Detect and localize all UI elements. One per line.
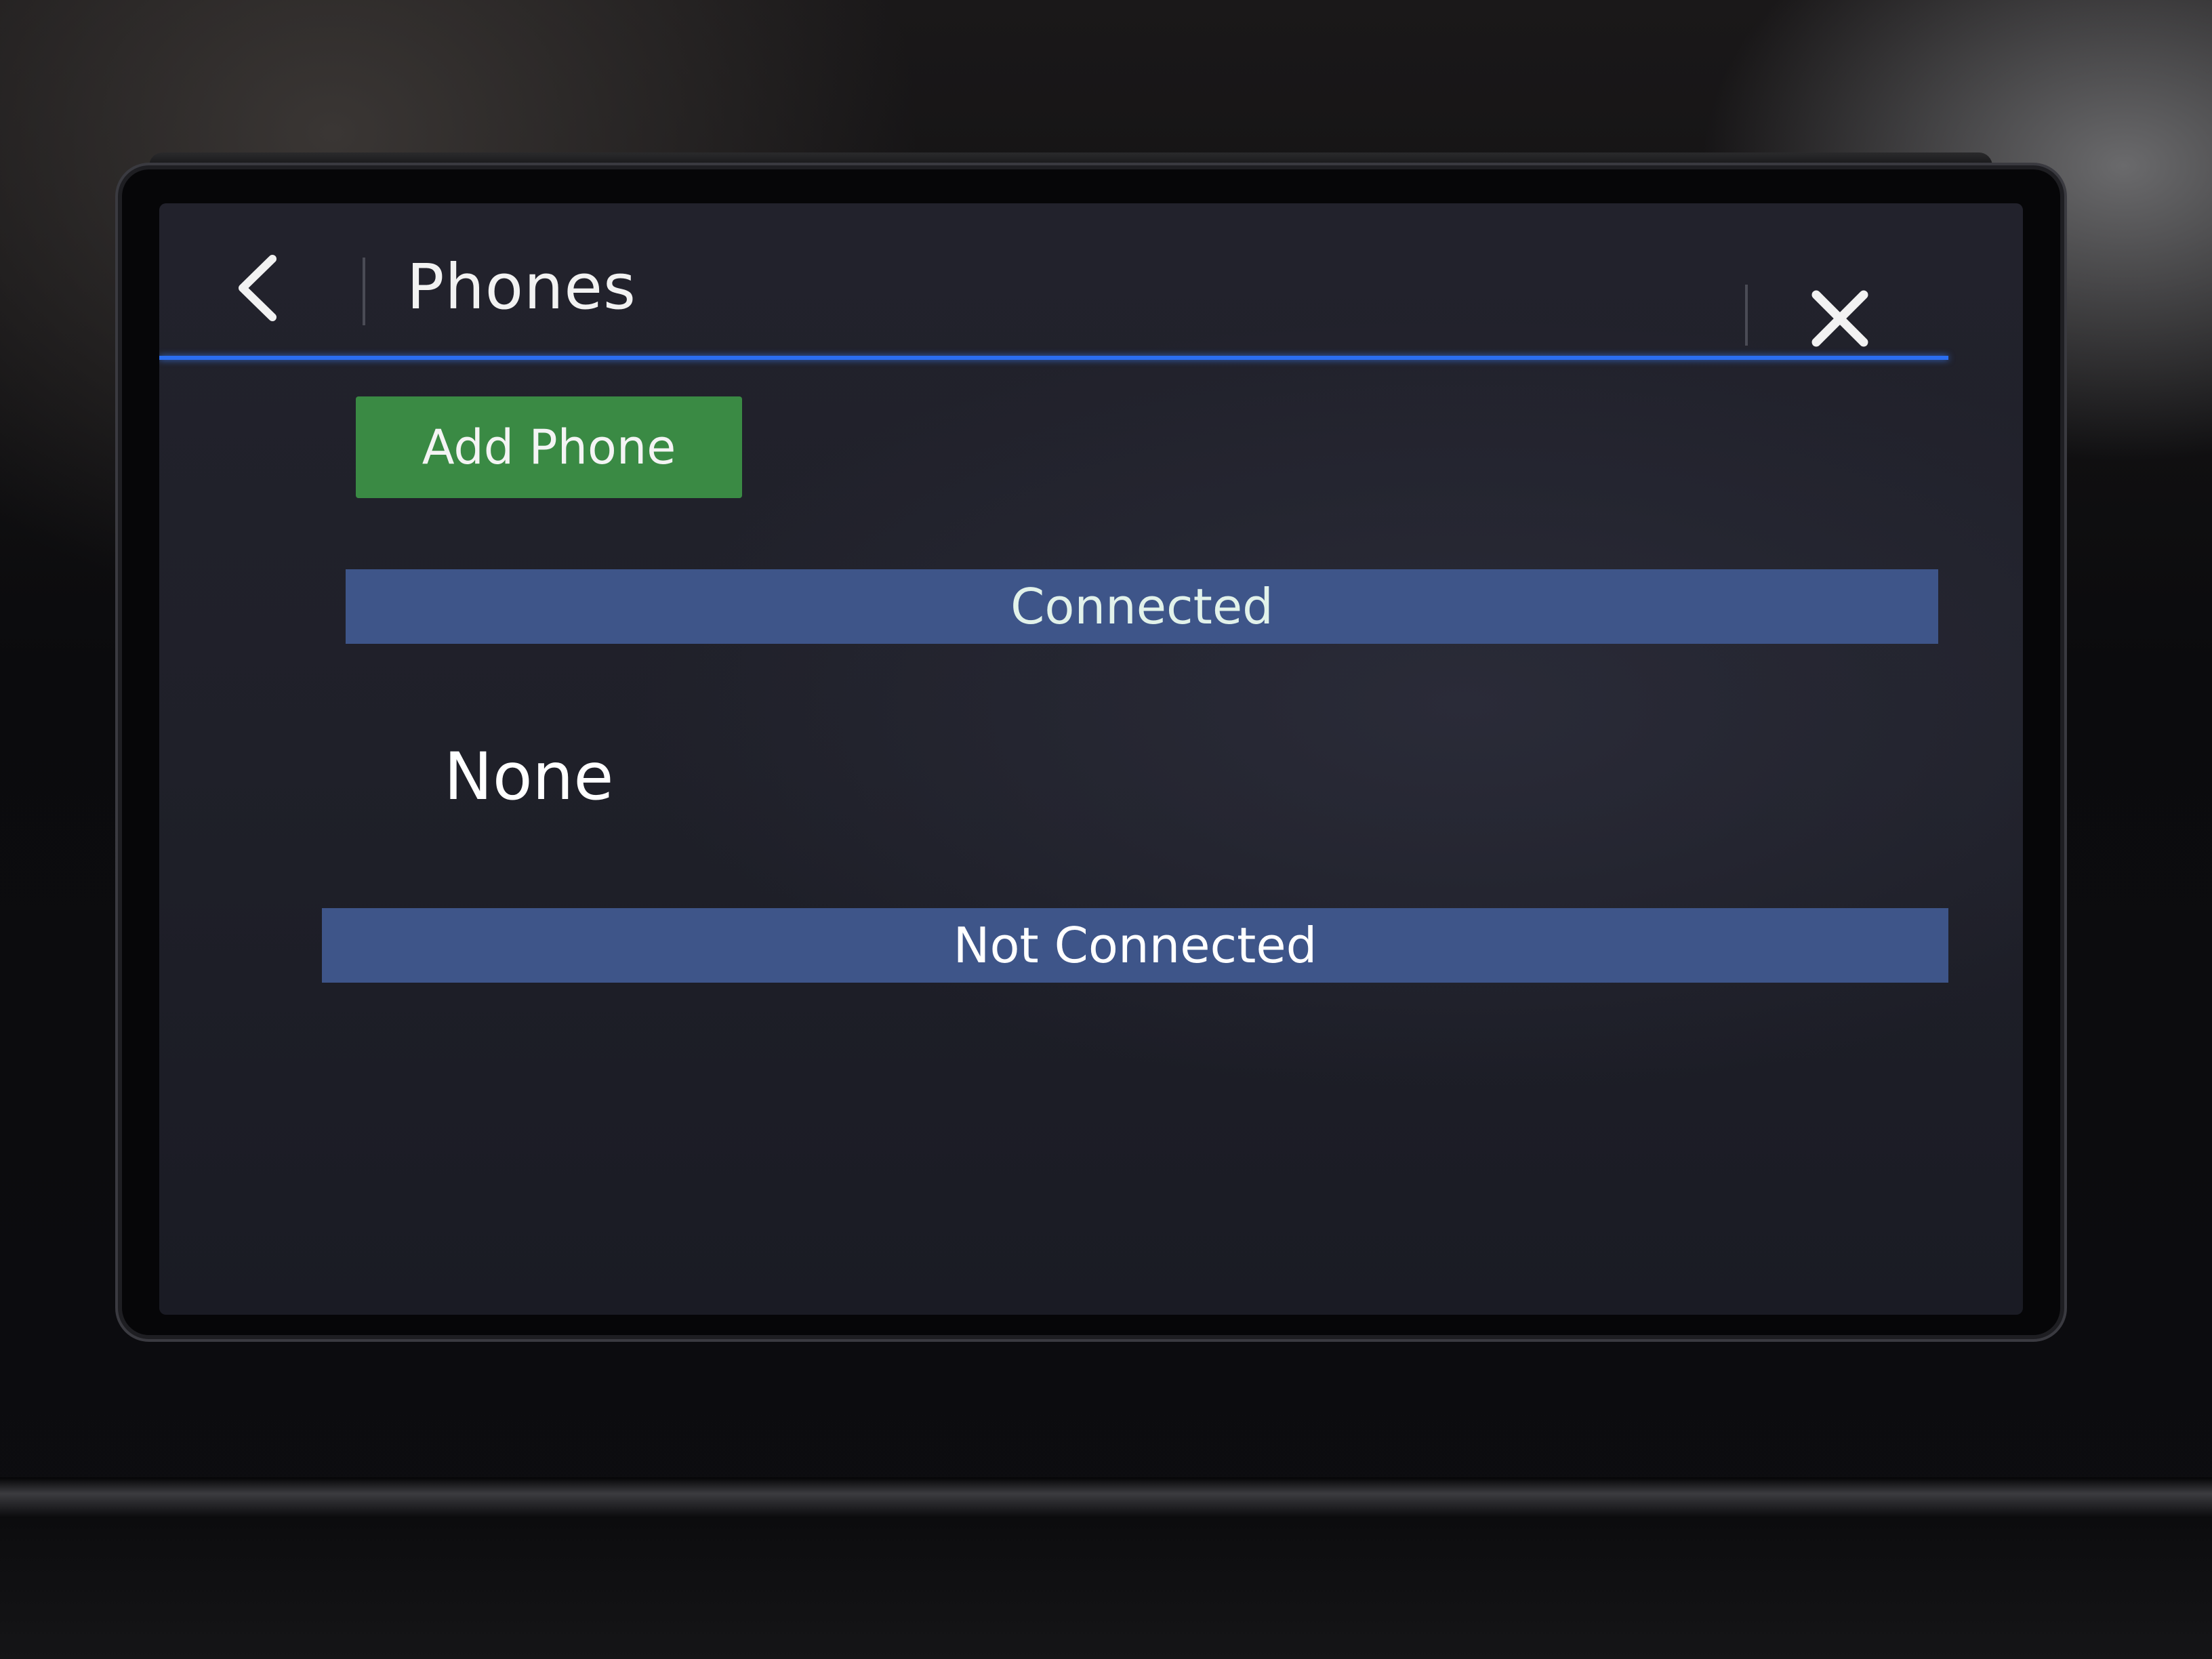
add-phone-button[interactable]: Add Phone [356,396,742,498]
header-accent-line [159,356,1948,360]
screen-header: Phones [159,203,2023,366]
section-header-not-connected: Not Connected [322,908,1948,983]
chevron-left-icon [239,255,276,321]
dashboard-lower-panel [0,1518,2212,1659]
page-title: Phones [407,251,636,323]
infotainment-screen: Phones Add Phone Connected None Not Conn… [159,203,2023,1315]
section-header-connected: Connected [346,569,1938,644]
close-button[interactable] [1799,278,1881,359]
close-icon [1811,290,1868,347]
connected-empty-text: None [444,739,614,815]
header-divider [363,258,365,325]
dashboard-trim [0,1477,2212,1518]
header-divider [1745,285,1748,346]
back-button[interactable] [220,244,295,332]
